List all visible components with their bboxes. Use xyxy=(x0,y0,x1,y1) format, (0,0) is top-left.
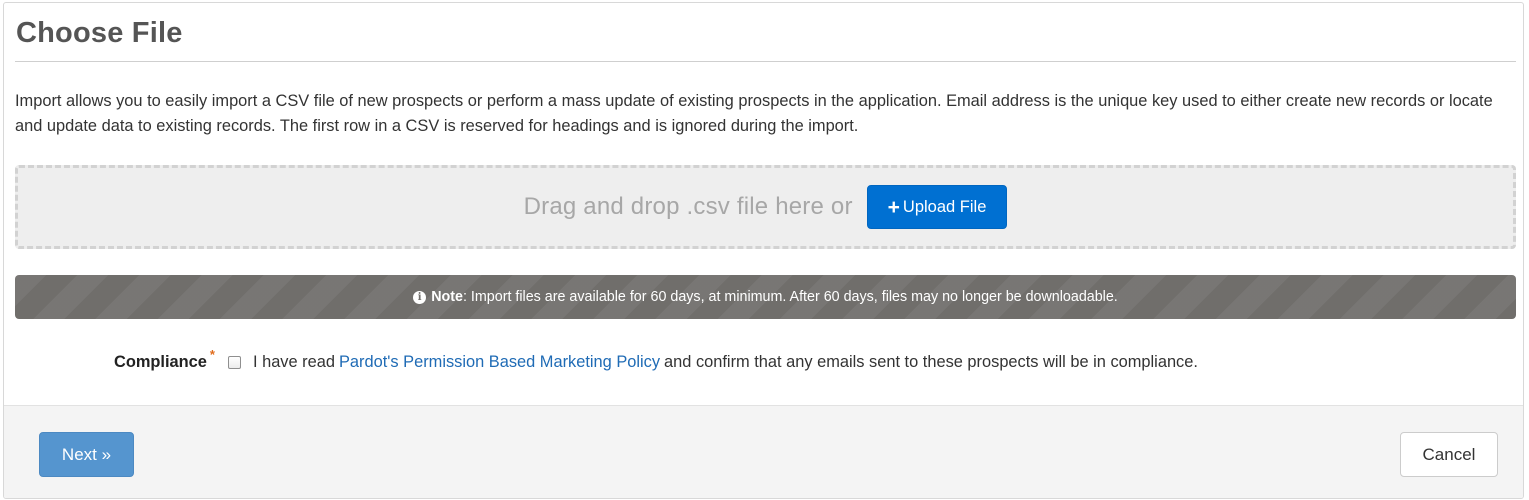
dropzone-text: Drag and drop .csv file here or xyxy=(523,193,853,220)
note-text: : Import files are available for 60 days… xyxy=(462,289,1118,305)
import-panel: Choose File Import allows you to easily … xyxy=(3,2,1524,499)
cancel-button[interactable]: Cancel xyxy=(1400,432,1498,477)
info-circle-icon: i xyxy=(413,290,427,304)
upload-file-label: Upload File xyxy=(902,197,987,216)
required-marker: * xyxy=(209,346,215,362)
permission-policy-link[interactable]: Pardot's Permission Based Marketing Poli… xyxy=(339,353,660,372)
note-banner: i Note: Import files are available for 6… xyxy=(15,275,1516,319)
compliance-row: Compliance * I have read Pardot's Permis… xyxy=(114,346,1198,375)
csv-dropzone[interactable]: Drag and drop .csv file here or + Upload… xyxy=(15,165,1516,249)
compliance-checkbox[interactable] xyxy=(227,355,241,369)
title-divider xyxy=(15,61,1516,62)
note-label: Note xyxy=(431,289,463,305)
compliance-text-before: I have read xyxy=(252,352,335,371)
next-button[interactable]: Next » xyxy=(39,432,134,477)
page-title: Choose File xyxy=(16,17,183,49)
upload-file-button[interactable]: + Upload File xyxy=(866,185,1008,229)
compliance-label: Compliance xyxy=(114,352,207,371)
compliance-text-after: and confirm that any emails sent to thes… xyxy=(664,352,1198,371)
form-footer: Next » Cancel xyxy=(4,405,1523,498)
plus-icon: + xyxy=(887,195,900,219)
import-description: Import allows you to easily import a CSV… xyxy=(15,92,1493,135)
